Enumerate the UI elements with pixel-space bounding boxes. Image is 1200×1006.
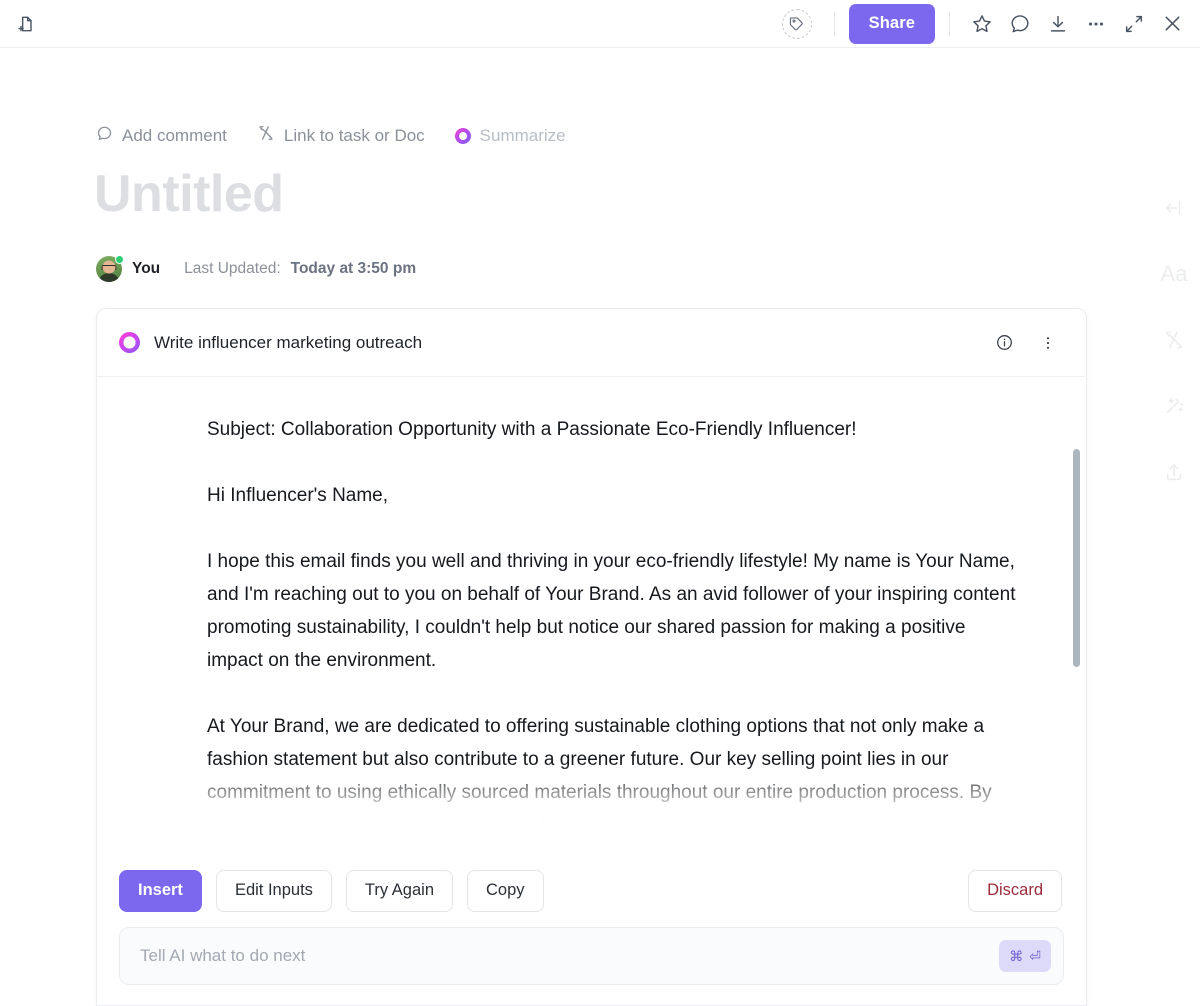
ai-paragraph: Subject: Collaboration Opportunity with … <box>207 413 1026 446</box>
top-toolbar: Share <box>0 0 1200 48</box>
collapse-panel-icon[interactable] <box>1156 190 1192 226</box>
doc-actions-toolbar: Add comment Link to task or Doc Summariz… <box>96 124 566 147</box>
kebab-menu-icon[interactable] <box>1030 325 1066 361</box>
summarize-action[interactable]: Summarize <box>455 126 566 146</box>
status-online-dot <box>115 255 124 264</box>
ellipsis-icon[interactable] <box>1078 6 1114 42</box>
ai-action-bar: Insert Edit Inputs Try Again Copy Discar… <box>97 853 1086 927</box>
ai-card-header-actions <box>986 325 1066 361</box>
doc-meta-row: You Last Updated: Today at 3:50 pm <box>96 256 416 282</box>
star-icon[interactable] <box>964 6 1000 42</box>
ai-prompt-bar: ⌘ ⏎ <box>119 927 1064 985</box>
ai-response-body[interactable]: Subject: Collaboration Opportunity with … <box>97 377 1086 853</box>
ai-prompt-section: ⌘ ⏎ <box>97 927 1086 1005</box>
tag-icon[interactable] <box>782 9 812 39</box>
ai-card-header: Write influencer marketing outreach <box>97 309 1086 377</box>
relationships-icon[interactable] <box>1156 322 1192 358</box>
avatar[interactable] <box>96 256 122 282</box>
comment-icon <box>96 125 113 147</box>
ai-paragraph: I hope this email finds you well and thr… <box>207 545 1026 677</box>
try-again-button[interactable]: Try Again <box>346 870 453 912</box>
edit-inputs-button[interactable]: Edit Inputs <box>216 870 332 912</box>
share-export-icon[interactable] <box>1156 454 1192 490</box>
last-updated-label: Last Updated: <box>184 260 281 278</box>
author-name: You <box>132 260 160 278</box>
submit-shortcut-badge[interactable]: ⌘ ⏎ <box>999 940 1051 972</box>
top-toolbar-right: Share <box>782 4 1200 44</box>
ai-sparkle-icon <box>119 332 140 353</box>
ai-card-title: Write influencer marketing outreach <box>154 333 422 353</box>
magic-wand-icon[interactable] <box>1156 388 1192 424</box>
toolbar-divider-left <box>834 12 835 36</box>
cmd-key-glyph: ⌘ <box>1009 948 1023 965</box>
ai-sparkle-icon <box>455 128 471 144</box>
doc-page: Share <box>0 0 1200 1006</box>
close-icon[interactable] <box>1154 6 1190 42</box>
copy-button[interactable]: Copy <box>467 870 544 912</box>
ai-body-scrollbar[interactable] <box>1073 449 1080 667</box>
ai-paragraph: Hi Influencer's Name, <box>207 479 1026 512</box>
import-icon[interactable] <box>1040 6 1076 42</box>
link-to-task-action[interactable]: Link to task or Doc <box>257 124 425 147</box>
add-comment-action[interactable]: Add comment <box>96 125 227 147</box>
last-updated-value: Today at 3:50 pm <box>291 260 416 278</box>
toolbar-divider-right <box>949 12 950 36</box>
enter-key-glyph: ⏎ <box>1029 948 1041 965</box>
add-page-icon[interactable] <box>8 6 44 42</box>
right-sidebar-rail: Aa <box>1148 190 1200 490</box>
discard-button[interactable]: Discard <box>968 870 1062 912</box>
share-button[interactable]: Share <box>849 4 935 44</box>
page-title[interactable]: Untitled <box>94 165 284 225</box>
insert-button[interactable]: Insert <box>119 870 202 912</box>
ai-response-card: Write influencer marketing outreach Subj… <box>96 308 1087 1006</box>
link-arrows-icon <box>257 124 275 147</box>
add-comment-label: Add comment <box>122 126 227 146</box>
summarize-label: Summarize <box>480 126 566 146</box>
ai-prompt-input[interactable] <box>140 946 999 966</box>
font-size-icon[interactable]: Aa <box>1156 256 1192 292</box>
info-icon[interactable] <box>986 325 1022 361</box>
expand-icon[interactable] <box>1116 6 1152 42</box>
top-toolbar-left <box>0 6 44 42</box>
link-to-task-label: Link to task or Doc <box>284 126 425 146</box>
comment-icon[interactable] <box>1002 6 1038 42</box>
ai-response-text: Subject: Collaboration Opportunity with … <box>97 377 1086 853</box>
ai-paragraph: At Your Brand, we are dedicated to offer… <box>207 710 1026 842</box>
